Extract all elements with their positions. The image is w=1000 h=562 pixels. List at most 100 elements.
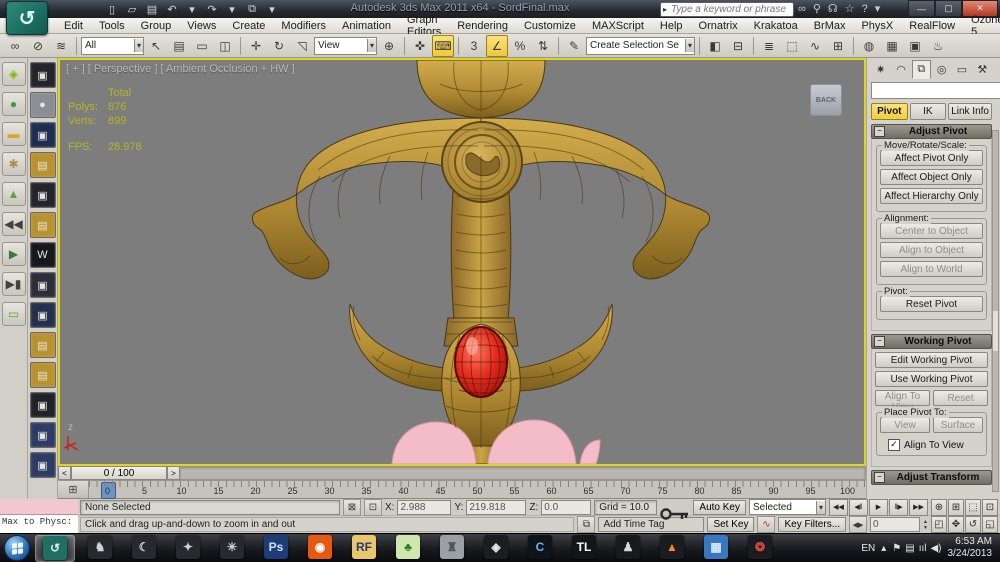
material-editor-icon[interactable]: ◍ bbox=[858, 35, 880, 57]
menu-item[interactable]: Edit bbox=[56, 20, 91, 32]
maximize-button[interactable]: ▢ bbox=[935, 0, 962, 17]
orbit-button[interactable]: ↺ bbox=[965, 516, 981, 533]
tab-link-info[interactable]: Link Info bbox=[948, 103, 992, 120]
x-coordinate-field[interactable] bbox=[397, 500, 451, 515]
infocenter-help-icon[interactable]: ? bbox=[862, 3, 868, 15]
next-frame-button[interactable]: ‖▶ bbox=[889, 499, 908, 516]
taskbar-sculpt-app[interactable]: ♜ bbox=[433, 535, 471, 560]
new-file-icon[interactable]: ▯ bbox=[104, 3, 120, 16]
script-button-4[interactable]: ▤ bbox=[30, 152, 56, 178]
rectangular-selection-region-icon[interactable]: ▭ bbox=[191, 35, 213, 57]
taskbar-realflow[interactable]: RF bbox=[345, 535, 383, 560]
edit-named-selection-sets-icon[interactable]: ✎ bbox=[563, 35, 585, 57]
select-and-move-icon[interactable]: ✛ bbox=[245, 35, 267, 57]
adjust-transform-rollout-header[interactable]: − Adjust Transform bbox=[871, 470, 992, 485]
mirror-icon[interactable]: ◧ bbox=[704, 35, 726, 57]
utilities-tab-icon[interactable]: ⚒ bbox=[973, 60, 992, 79]
taskbar-app-orange-spiral[interactable]: ◉ bbox=[301, 535, 339, 560]
menu-item[interactable]: Group bbox=[133, 20, 180, 32]
place-surface-button[interactable]: Surface bbox=[933, 417, 983, 433]
menu-item[interactable]: Tools bbox=[91, 20, 133, 32]
menu-item[interactable]: Help bbox=[652, 20, 691, 32]
taskbar-clock[interactable]: 6:53 AM 3/24/2013 bbox=[948, 536, 997, 560]
align-to-view-button[interactable]: Align To View bbox=[875, 390, 930, 406]
menu-item[interactable]: Create bbox=[224, 20, 273, 32]
zoom-button[interactable]: ⊕ bbox=[931, 499, 947, 516]
window-crossing-icon[interactable]: ◫ bbox=[214, 35, 236, 57]
toolbar-separator[interactable] bbox=[458, 37, 459, 55]
taskbar-3dsmax[interactable]: ↺ bbox=[35, 535, 75, 562]
view-cube[interactable]: BACK bbox=[810, 84, 842, 116]
pan-view-button[interactable]: ✥ bbox=[948, 516, 964, 533]
current-frame-field[interactable] bbox=[870, 517, 920, 532]
zoom-extents-button[interactable]: ⬚ bbox=[965, 499, 981, 516]
center-to-object-button[interactable]: Center to Object bbox=[880, 223, 983, 239]
physx-rewind-icon[interactable]: ◀◀ bbox=[2, 212, 26, 236]
mini-curve-editor-button[interactable]: ⊞ bbox=[58, 481, 89, 498]
time-slider-track[interactable] bbox=[180, 466, 866, 480]
minimize-button[interactable]: — bbox=[908, 0, 935, 17]
tray-expand-icon[interactable]: ▴ bbox=[881, 543, 886, 554]
menu-item[interactable]: RealFlow bbox=[901, 20, 963, 32]
menu-item[interactable]: BrMax bbox=[806, 20, 854, 32]
physx-step-icon[interactable]: ▶▮ bbox=[2, 272, 26, 296]
hierarchy-tab-icon[interactable]: ⧉ bbox=[912, 60, 931, 79]
menu-item[interactable]: PhysX bbox=[853, 20, 901, 32]
reference-coordinate-system-combo[interactable]: View bbox=[314, 37, 377, 55]
search-input[interactable] bbox=[669, 3, 807, 16]
action-center-icon[interactable]: ⚑ bbox=[892, 543, 901, 554]
motion-tab-icon[interactable]: ◎ bbox=[932, 60, 951, 79]
percent-snap-icon[interactable]: % bbox=[509, 35, 531, 57]
application-menu-button[interactable]: ↺ bbox=[6, 1, 48, 35]
macro-recorder-pane[interactable] bbox=[0, 499, 78, 515]
select-and-manipulate-icon[interactable]: ✜ bbox=[409, 35, 431, 57]
key-filters-button[interactable]: Key Filters... bbox=[778, 517, 846, 532]
toolbar-separator[interactable] bbox=[76, 37, 77, 55]
toolbar-separator[interactable] bbox=[753, 37, 754, 55]
toolbar-separator[interactable] bbox=[853, 37, 854, 55]
menu-item[interactable]: Customize bbox=[516, 20, 584, 32]
align-icon[interactable]: ⊟ bbox=[727, 35, 749, 57]
toolbar-separator[interactable] bbox=[558, 37, 559, 55]
adjust-pivot-rollout-header[interactable]: − Adjust Pivot bbox=[871, 124, 992, 139]
script-button-10[interactable]: ▤ bbox=[30, 332, 56, 358]
select-and-link-icon[interactable]: ∞ bbox=[4, 35, 26, 57]
affect-hierarchy-only-button[interactable]: Affect Hierarchy Only bbox=[880, 188, 983, 204]
script-button-8[interactable]: ▣ bbox=[30, 272, 56, 298]
menu-item[interactable]: MAXScript bbox=[584, 20, 652, 32]
sword-model[interactable] bbox=[60, 60, 864, 464]
undo-dropdown-icon[interactable]: ▾ bbox=[184, 3, 200, 16]
zoom-region-button[interactable]: ◰ bbox=[931, 516, 947, 533]
select-by-name-icon[interactable]: ▤ bbox=[168, 35, 190, 57]
y-coordinate-field[interactable] bbox=[466, 500, 526, 515]
script-button-7[interactable]: W bbox=[30, 242, 56, 268]
absolute-mode-icon[interactable]: ⊡ bbox=[364, 499, 382, 516]
key-mode-combo[interactable]: Selected bbox=[749, 499, 826, 515]
render-setup-icon[interactable]: ▦ bbox=[881, 35, 903, 57]
previous-frame-arrow[interactable]: < bbox=[58, 466, 71, 480]
taskbar-photoshop[interactable]: Ps bbox=[257, 535, 295, 560]
taskbar-app-character[interactable]: ♟ bbox=[609, 535, 647, 560]
align-to-world-button[interactable]: Align to World bbox=[880, 261, 983, 277]
listener-input-pane[interactable]: Max to Physc: bbox=[0, 515, 78, 534]
undo-icon[interactable]: ↶ bbox=[164, 3, 180, 16]
use-working-pivot-button[interactable]: Use Working Pivot bbox=[875, 371, 988, 387]
named-selection-sets-combo[interactable]: Create Selection Se bbox=[586, 37, 695, 55]
search-arrow-icon[interactable]: ▸ bbox=[661, 5, 669, 14]
script-button-5[interactable]: ▣ bbox=[30, 182, 56, 208]
script-button-11[interactable]: ▤ bbox=[30, 362, 56, 388]
menu-item[interactable]: Krakatoa bbox=[746, 20, 806, 32]
panel-scrollbar[interactable] bbox=[992, 130, 999, 492]
go-to-start-button[interactable]: ◀◀ bbox=[829, 499, 848, 516]
set-key-mode-button[interactable] bbox=[660, 499, 690, 528]
script-button-1[interactable]: ▣ bbox=[30, 62, 56, 88]
reset-button[interactable]: Reset bbox=[933, 390, 988, 406]
layer-manager-icon[interactable]: ≣ bbox=[758, 35, 780, 57]
search-binoculars-icon[interactable]: ∞ bbox=[798, 3, 806, 15]
taskbar-app-dark-1[interactable]: ♞ bbox=[81, 535, 119, 560]
qat-dropdown-icon[interactable]: ▾ bbox=[264, 3, 280, 16]
track-bar-ruler[interactable]: 0510152025303540455055606570758085909510… bbox=[89, 481, 866, 498]
project-folder-icon[interactable]: ⧉ bbox=[244, 3, 260, 16]
menu-item[interactable]: Animation bbox=[334, 20, 399, 32]
toolbar-separator[interactable] bbox=[699, 37, 700, 55]
